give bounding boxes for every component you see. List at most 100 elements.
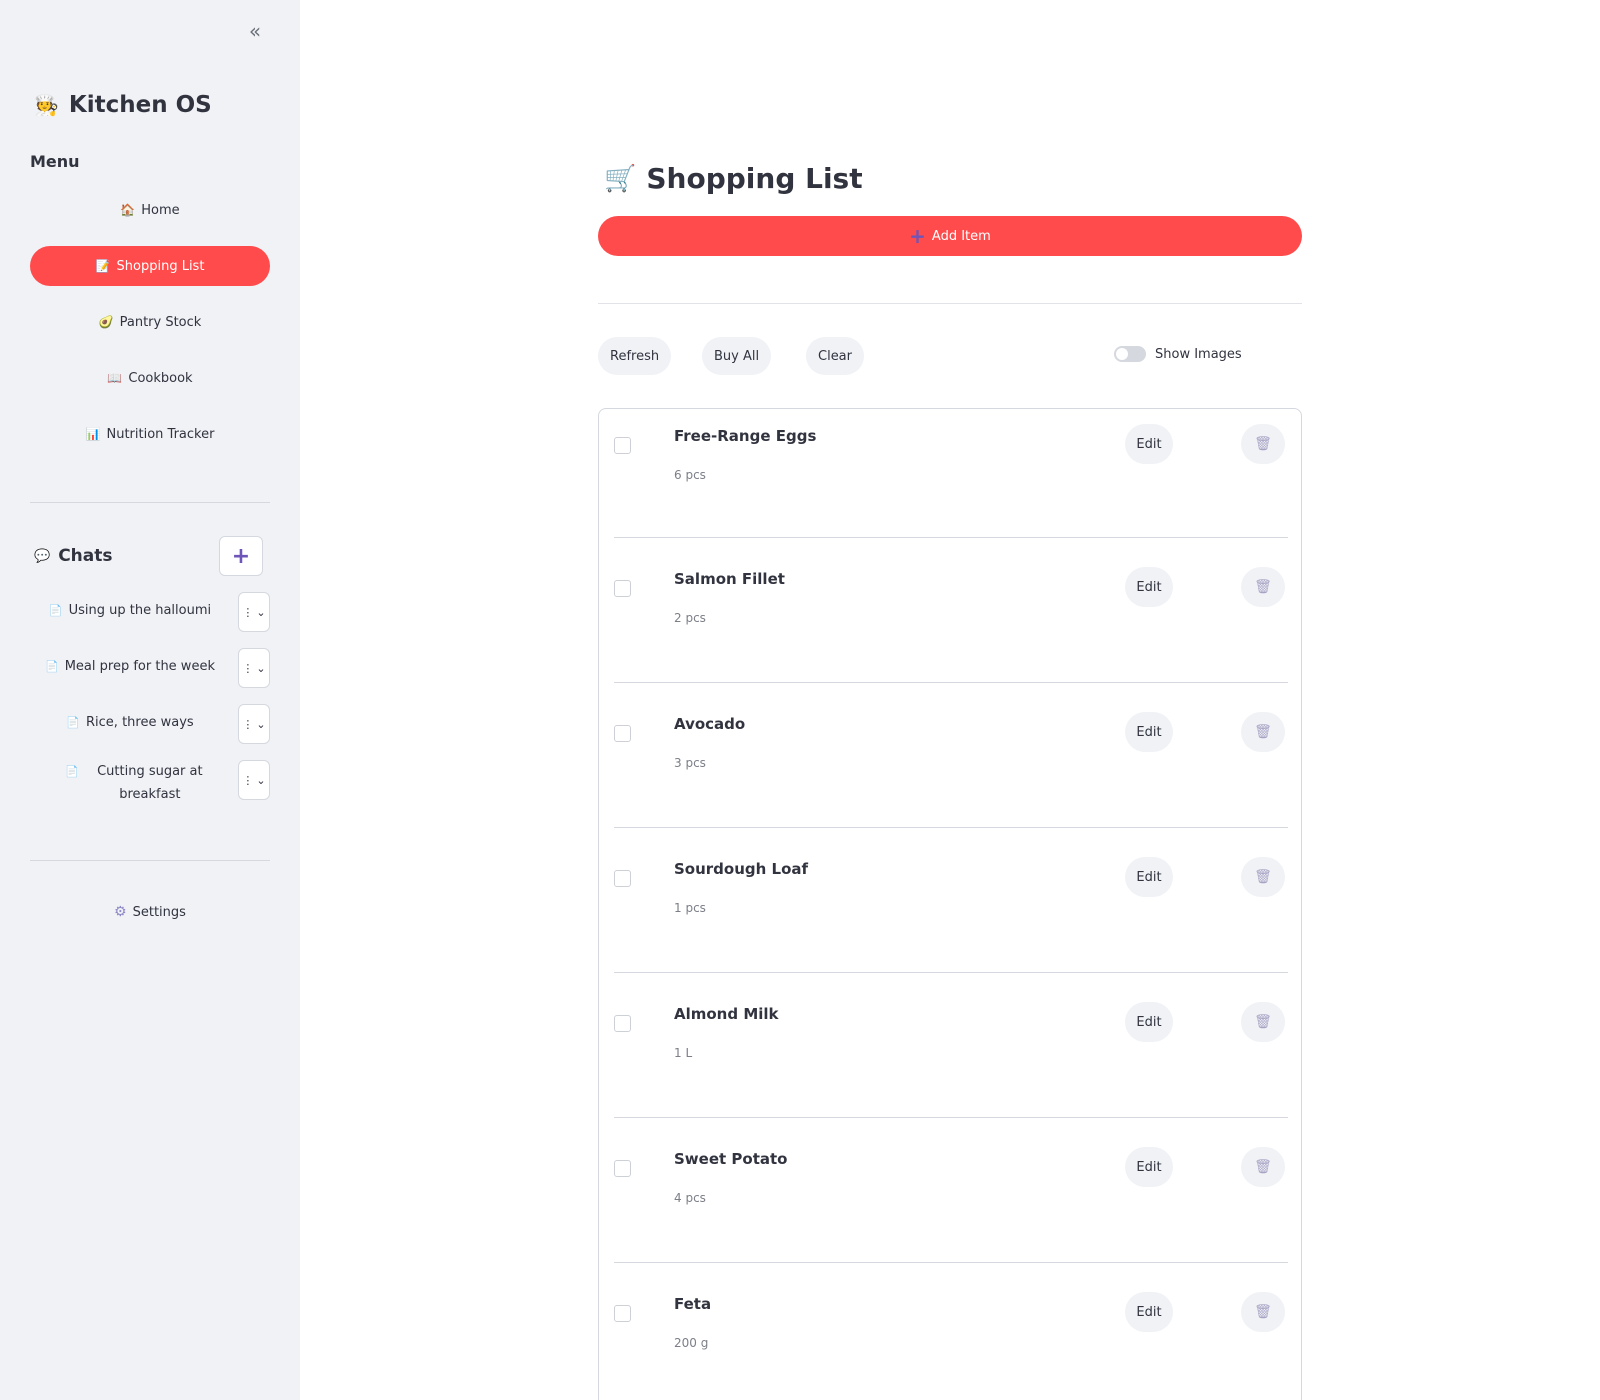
trash-icon: 🗑 xyxy=(1254,1159,1272,1175)
toggle-label: Show Images xyxy=(1155,346,1242,362)
menu-heading: Menu xyxy=(30,152,80,171)
chat-item-label: Rice, three ways xyxy=(86,715,194,730)
document-icon: 📄 xyxy=(45,660,59,673)
chat-item[interactable]: 📄 Cutting sugar at breakfast xyxy=(65,760,215,806)
edit-label: Edit xyxy=(1136,869,1162,885)
item-quantity: 1 L xyxy=(674,1046,693,1060)
item-name: Almond Milk xyxy=(674,1005,779,1023)
item-name: Feta xyxy=(674,1295,712,1313)
edit-button[interactable]: Edit xyxy=(1125,1147,1173,1187)
vertical-dots-icon: ⋮ xyxy=(242,605,254,619)
main-divider xyxy=(598,303,1302,304)
list-item: Almond Milk 1 L Edit 🗑 xyxy=(614,972,1288,1117)
list-item: Free-Range Eggs 6 pcs Edit 🗑 xyxy=(614,409,1288,554)
edit-label: Edit xyxy=(1136,1304,1162,1320)
toggle-switch[interactable] xyxy=(1114,346,1146,362)
item-name: Salmon Fillet xyxy=(674,570,785,588)
sidebar-divider xyxy=(30,860,270,861)
list-item: Feta 200 g Edit 🗑 xyxy=(614,1262,1288,1400)
vertical-dots-icon: ⋮ xyxy=(242,773,254,787)
nav-item-label: Home xyxy=(141,202,180,218)
edit-label: Edit xyxy=(1136,724,1162,740)
item-checkbox[interactable] xyxy=(614,1015,631,1032)
item-checkbox[interactable] xyxy=(614,1305,631,1322)
add-item-button[interactable]: + Add Item xyxy=(598,216,1302,256)
document-icon: 📄 xyxy=(48,604,63,617)
shopping-list: Free-Range Eggs 6 pcs Edit 🗑 Salmon Fill… xyxy=(598,408,1302,1400)
nav-item-settings[interactable]: ⚙ Settings xyxy=(30,892,270,932)
delete-button[interactable]: 🗑 xyxy=(1241,857,1285,897)
chat-item-menu-button[interactable]: ⋮ ⌄ xyxy=(238,648,270,688)
item-name: Free-Range Eggs xyxy=(674,427,817,445)
delete-button[interactable]: 🗑 xyxy=(1241,1292,1285,1332)
item-name: Sweet Potato xyxy=(674,1150,788,1168)
delete-button[interactable]: 🗑 xyxy=(1241,712,1285,752)
delete-button[interactable]: 🗑 xyxy=(1241,424,1285,464)
item-checkbox[interactable] xyxy=(614,725,631,742)
chat-item-menu-button[interactable]: ⋮ ⌄ xyxy=(238,704,270,744)
trash-icon: 🗑 xyxy=(1254,579,1272,595)
chat-item[interactable]: 📄 Using up the halloumi xyxy=(40,599,220,622)
item-checkbox[interactable] xyxy=(614,870,631,887)
chat-item-menu-button[interactable]: ⋮ ⌄ xyxy=(238,760,270,800)
item-checkbox[interactable] xyxy=(614,580,631,597)
edit-button[interactable]: Edit xyxy=(1125,424,1173,464)
list-item: Sweet Potato 4 pcs Edit 🗑 xyxy=(614,1117,1288,1262)
nav-item-home[interactable]: 🏠 Home xyxy=(30,190,270,230)
edit-button[interactable]: Edit xyxy=(1125,857,1173,897)
nav-item-label: Nutrition Tracker xyxy=(106,426,215,442)
edit-button[interactable]: Edit xyxy=(1125,712,1173,752)
buy-all-button[interactable]: Buy All xyxy=(702,337,772,375)
nav-item-label: Shopping List xyxy=(116,258,205,274)
delete-button[interactable]: 🗑 xyxy=(1241,1147,1285,1187)
item-checkbox[interactable] xyxy=(614,1160,631,1177)
clear-label: Clear xyxy=(818,348,852,364)
chevron-down-icon: ⌄ xyxy=(256,605,266,619)
open-book-icon: 📖 xyxy=(107,371,123,385)
refresh-button[interactable]: Refresh xyxy=(598,337,672,375)
chats-heading-label: Chats xyxy=(58,546,113,566)
nav-item-cookbook[interactable]: 📖 Cookbook xyxy=(30,358,270,398)
edit-button[interactable]: Edit xyxy=(1125,1002,1173,1042)
item-checkbox[interactable] xyxy=(614,437,631,454)
edit-button[interactable]: Edit xyxy=(1125,567,1173,607)
chat-item-menu-button[interactable]: ⋮ ⌄ xyxy=(238,592,270,632)
trash-icon: 🗑 xyxy=(1254,436,1272,452)
item-quantity: 6 pcs xyxy=(674,468,706,482)
speech-bubble-icon: 💬 xyxy=(34,548,51,564)
item-quantity: 1 pcs xyxy=(674,901,706,915)
add-item-label: Add Item xyxy=(931,228,991,244)
nav-item-label: Cookbook xyxy=(128,370,193,386)
list-item: Avocado 3 pcs Edit 🗑 xyxy=(614,682,1288,827)
nav-item-nutrition-tracker[interactable]: 📊 Nutrition Tracker xyxy=(30,414,270,454)
chat-item[interactable]: 📄 Meal prep for the week xyxy=(40,655,220,678)
sidebar-divider xyxy=(30,502,270,503)
edit-label: Edit xyxy=(1136,436,1162,452)
sidebar: « 🧑‍🍳 Kitchen OS Menu 🏠 Home 📝 Shopping … xyxy=(0,0,300,1400)
vertical-dots-icon: ⋮ xyxy=(242,717,254,731)
gear-icon: ⚙ xyxy=(114,904,127,920)
delete-button[interactable]: 🗑 xyxy=(1241,567,1285,607)
nav-item-shopping-list[interactable]: 📝 Shopping List xyxy=(30,246,270,286)
trash-icon: 🗑 xyxy=(1254,1304,1272,1320)
collapse-sidebar-button[interactable]: « xyxy=(240,16,270,46)
chats-heading: 💬 Chats xyxy=(34,546,112,566)
item-name: Sourdough Loaf xyxy=(674,860,809,878)
delete-button[interactable]: 🗑 xyxy=(1241,1002,1285,1042)
new-chat-button[interactable]: + xyxy=(219,536,263,576)
trash-icon: 🗑 xyxy=(1254,869,1272,885)
show-images-toggle[interactable]: Show Images xyxy=(1114,346,1242,362)
trash-icon: 🗑 xyxy=(1254,724,1272,740)
chevron-down-icon: ⌄ xyxy=(256,773,266,787)
nav-item-label: Settings xyxy=(132,904,186,920)
nav-item-pantry-stock[interactable]: 🥑 Pantry Stock xyxy=(30,302,270,342)
list-item: Sourdough Loaf 1 pcs Edit 🗑 xyxy=(614,827,1288,972)
chat-item[interactable]: 📄 Rice, three ways xyxy=(40,711,220,734)
app-title: Kitchen OS xyxy=(68,92,212,118)
double-chevron-left-icon: « xyxy=(248,19,262,43)
chef-icon: 🧑‍🍳 xyxy=(34,93,59,117)
plus-icon: + xyxy=(231,543,251,569)
vertical-dots-icon: ⋮ xyxy=(242,661,254,675)
edit-button[interactable]: Edit xyxy=(1125,1292,1173,1332)
clear-button[interactable]: Clear xyxy=(806,337,864,375)
